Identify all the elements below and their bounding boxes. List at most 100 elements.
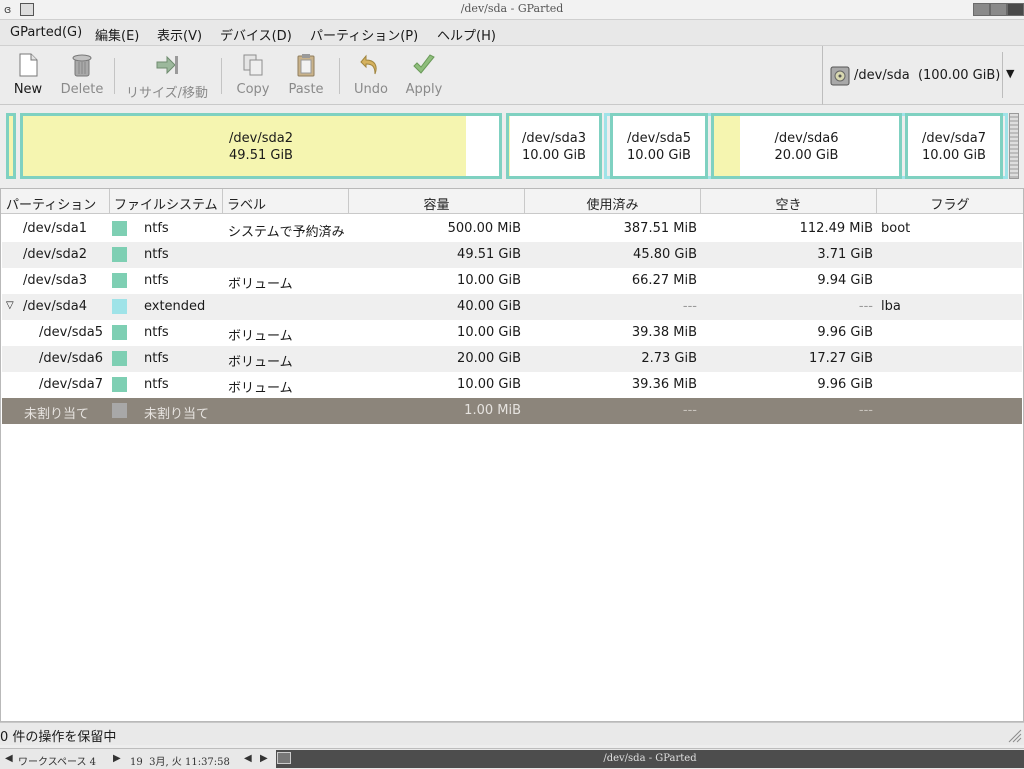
table-row[interactable]: /dev/sda1 ntfs システムで予約済み 500.00 MiB 387.51 M… xyxy=(2,216,1022,242)
toolbar-separator xyxy=(114,58,115,94)
menu-edit[interactable]: 編集(E) xyxy=(95,25,139,44)
disk-segment-sda7[interactable]: /dev/sda7 10.00 GiB xyxy=(905,113,1003,179)
column-header-used[interactable]: 使用済み xyxy=(525,189,701,214)
filesystem-color-swatch xyxy=(112,247,127,262)
partition-cell: /dev/sda5 xyxy=(39,325,103,340)
segment-size: 10.00 GiB xyxy=(627,148,691,163)
segment-name: /dev/sda3 xyxy=(522,131,586,146)
apply-label: Apply xyxy=(405,82,443,97)
disk-segment-sda6[interactable]: /dev/sda6 20.00 GiB xyxy=(711,113,902,179)
toolbar: New Delete リサイズ/移動 Copy Paste Undo Apply xyxy=(0,46,822,105)
table-row[interactable]: /dev/sda5 ntfs ボリューム 10.00 GiB 39.38 MiB 9.96… xyxy=(2,320,1022,346)
unused-cell: --- xyxy=(858,403,873,418)
menu-view[interactable]: 表示(V) xyxy=(157,25,202,44)
filesystem-color-swatch xyxy=(112,325,127,340)
filesystem-cell: 未割り当て xyxy=(144,407,210,422)
copy-icon xyxy=(243,54,263,76)
resize-move-label: リサイズ/移動 xyxy=(126,86,208,101)
new-label: New xyxy=(13,82,43,97)
table-row[interactable]: /dev/sda6 ntfs ボリューム 20.00 GiB 2.73 GiB 17.27… xyxy=(2,346,1022,372)
menu-partition[interactable]: パーティション(P) xyxy=(310,25,418,44)
prev-workspace-icon[interactable]: ◀ xyxy=(5,753,13,764)
taskbar-window-button[interactable]: /dev/sda - GParted xyxy=(276,750,1024,768)
next-window-icon[interactable]: ▶ xyxy=(260,753,268,764)
filesystem-color-swatch xyxy=(112,273,127,288)
window-title: /dev/sda - GParted xyxy=(460,2,564,15)
table-row[interactable]: /dev/sda7 ntfs ボリューム 10.00 GiB 39.36 MiB 9.96… xyxy=(2,372,1022,398)
label-cell: ボリューム xyxy=(228,355,293,370)
paste-label: Paste xyxy=(288,82,324,97)
toolbar-separator xyxy=(221,58,222,94)
unused-cell: 9.96 GiB xyxy=(817,325,873,340)
size-cell: 500.00 MiB xyxy=(447,221,521,236)
trash-icon xyxy=(72,54,92,77)
label-cell: ボリューム xyxy=(228,329,293,344)
menu-help[interactable]: ヘルプ(H) xyxy=(437,25,496,44)
resize-arrow-icon xyxy=(156,55,178,75)
disk-segment-sda5[interactable]: /dev/sda5 10.00 GiB xyxy=(610,113,708,179)
column-header-filesystem[interactable]: ファイルシステム xyxy=(110,189,223,214)
prev-window-icon[interactable]: ◀ xyxy=(244,753,252,764)
sda1-sliver[interactable] xyxy=(6,113,16,179)
used-cell: 39.36 MiB xyxy=(631,377,697,392)
delete-label: Delete xyxy=(60,82,104,97)
title-bar: ɞ /dev/sda - GParted xyxy=(0,0,1024,20)
undo-button[interactable]: Undo xyxy=(346,46,396,104)
table-row[interactable]: /dev/sda3 ntfs ボリューム 10.00 GiB 66.27 MiB 9.94… xyxy=(2,268,1022,294)
workspace-label: ワークスペース 4 xyxy=(18,757,97,768)
partition-cell: /dev/sda7 xyxy=(39,377,103,392)
unused-cell: 9.96 GiB xyxy=(817,377,873,392)
segment-name: /dev/sda6 xyxy=(774,131,839,146)
table-row[interactable]: 未割り当て 未割り当て 1.00 MiB --- --- xyxy=(2,398,1022,424)
device-selector[interactable]: /dev/sda (100.00 GiB) ▼ xyxy=(822,46,1024,105)
resize-grip-icon[interactable] xyxy=(1006,727,1022,743)
column-header-unused[interactable]: 空き xyxy=(701,189,877,214)
delete-button[interactable]: Delete xyxy=(56,46,108,104)
used-cell: 66.27 MiB xyxy=(631,273,697,288)
disk-segment-sda2[interactable]: /dev/sda2 49.51 GiB xyxy=(20,113,502,179)
paste-button[interactable]: Paste xyxy=(281,46,331,104)
maximize-button[interactable] xyxy=(990,3,1007,16)
apply-checkmark-icon xyxy=(413,54,435,74)
copy-button[interactable]: Copy xyxy=(228,46,278,104)
filesystem-color-swatch xyxy=(112,221,127,236)
menu-device[interactable]: デバイス(D) xyxy=(220,25,292,44)
partition-cell: /dev/sda3 xyxy=(23,273,87,288)
resize-move-button[interactable]: リサイズ/移動 xyxy=(120,46,214,104)
segment-name: /dev/sda5 xyxy=(627,131,691,146)
copy-label: Copy xyxy=(236,82,270,97)
close-button[interactable] xyxy=(1007,3,1024,16)
table-row[interactable]: ▽ /dev/sda4 extended 40.00 GiB --- --- lba xyxy=(2,294,1022,320)
expander-triangle-icon[interactable]: ▽ xyxy=(6,300,14,311)
used-cell: --- xyxy=(682,299,697,314)
partition-cell: 未割り当て xyxy=(24,407,90,422)
disk-segment-sda3[interactable]: /dev/sda3 10.00 GiB xyxy=(506,113,602,179)
unallocated-segment[interactable] xyxy=(1009,113,1019,179)
table-row[interactable]: /dev/sda2 ntfs 49.51 GiB 45.80 GiB 3.71 GiB xyxy=(2,242,1022,268)
used-cell: 45.80 GiB xyxy=(633,247,697,262)
next-workspace-icon[interactable]: ▶ xyxy=(113,753,121,764)
new-button[interactable]: New xyxy=(4,46,52,104)
used-cell: --- xyxy=(682,403,697,418)
size-cell: 10.00 GiB xyxy=(457,377,521,392)
column-header-partition[interactable]: パーティション xyxy=(1,189,110,214)
minimize-button[interactable] xyxy=(973,3,990,16)
unused-cell: 112.49 MiB xyxy=(799,221,873,236)
column-header-flags[interactable]: フラグ xyxy=(877,189,1023,214)
clock: 19 3月, 火 11:37:58 xyxy=(130,757,230,768)
column-header-size[interactable]: 容量 xyxy=(349,189,525,214)
taskbar-window-title: /dev/sda - GParted xyxy=(603,753,697,764)
apply-button[interactable]: Apply xyxy=(399,46,449,104)
partition-cell: /dev/sda6 xyxy=(39,351,103,366)
column-header-label[interactable]: ラベル xyxy=(223,189,349,214)
flags-cell: boot xyxy=(881,221,911,236)
segment-size: 10.00 GiB xyxy=(922,148,986,163)
menu-gparted[interactable]: GParted(G) xyxy=(10,25,82,40)
device-label: /dev/sda (100.00 GiB) xyxy=(854,68,1001,83)
segment-name: /dev/sda2 xyxy=(229,131,293,146)
toolbar-separator xyxy=(339,58,340,94)
dropdown-arrow-icon[interactable]: ▼ xyxy=(1006,67,1014,80)
paste-clipboard-icon xyxy=(297,54,315,77)
unused-cell: --- xyxy=(858,299,873,314)
segment-name: /dev/sda7 xyxy=(922,131,986,146)
